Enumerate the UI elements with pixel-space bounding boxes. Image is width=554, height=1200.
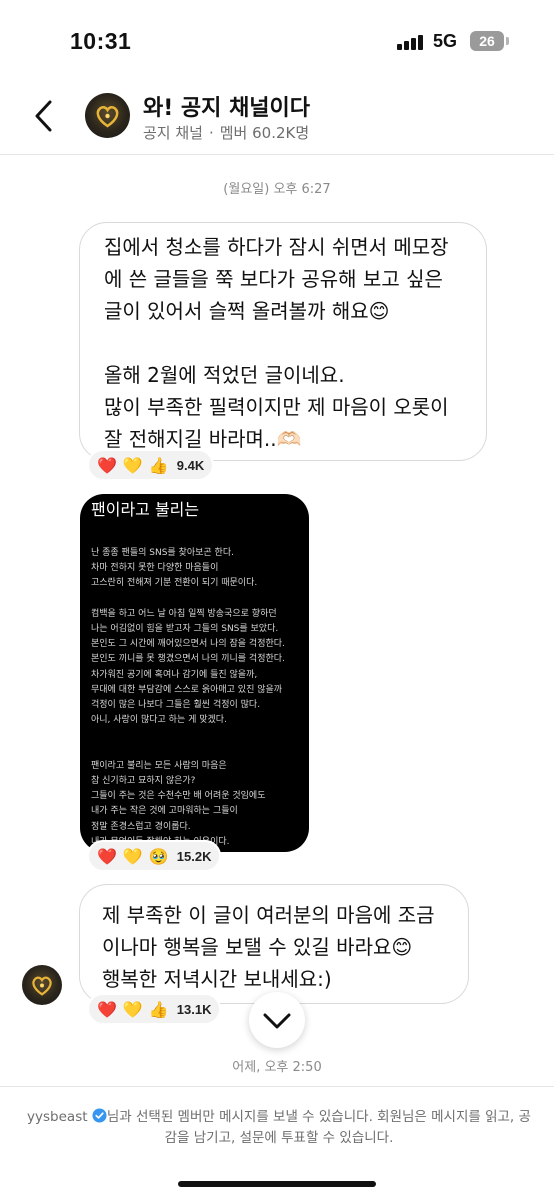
battery-icon: 26 xyxy=(470,31,504,51)
member-count: 멤버 60.2K명 xyxy=(219,124,310,142)
channel-footer: yysbeast 님과 선택된 멤버만 메시지를 보낼 수 있습니다. 회원님은… xyxy=(0,1086,554,1200)
red-heart-reaction-icon: ❤️ xyxy=(97,999,117,1019)
channel-avatar[interactable] xyxy=(85,93,130,138)
channel-meta: 공지 채널 · 멤버 60.2K명 xyxy=(143,122,309,143)
notice-text: 님과 선택된 멤버만 메시지를 보낼 수 있습니다. 회원님은 메시지를 읽고,… xyxy=(106,1109,531,1146)
sender-avatar[interactable] xyxy=(22,965,62,1005)
channel-title[interactable]: 와! 공지 채널이다 xyxy=(143,90,310,122)
image-body-text: 난 종종 팬들의 SNS를 찾아보곤 한다. 차마 전하지 못한 다양한 마음들… xyxy=(91,548,285,847)
red-heart-reaction-icon: ❤️ xyxy=(97,455,117,475)
image-message[interactable]: 팬이라고 불리는 난 종종 팬들의 SNS를 찾아보곤 한다. 차마 전하지 못… xyxy=(80,494,309,852)
scroll-to-bottom-button[interactable] xyxy=(249,992,305,1048)
reaction-count: 15.2K xyxy=(176,848,212,864)
yellow-heart-reaction-icon: 💛 xyxy=(122,846,143,866)
yellow-heart-reaction-icon: 💛 xyxy=(122,455,143,475)
message-text: 제 부족한 이 글이 여러분의 마음에 조금이나마 행복을 보탤 수 있길 바라… xyxy=(102,903,435,991)
permission-notice: yysbeast 님과 선택된 멤버만 메시지를 보낼 수 있습니다. 회원님은… xyxy=(24,1107,534,1149)
owner-username[interactable]: yysbeast xyxy=(27,1109,88,1125)
network-type: 5G xyxy=(433,31,458,51)
image-title: 팬이라고 불리는 xyxy=(91,500,200,519)
verified-badge-icon xyxy=(92,1108,107,1123)
status-time: 10:31 xyxy=(70,28,132,54)
chevron-left-icon xyxy=(35,100,52,132)
reaction-count: 9.4K xyxy=(176,457,205,473)
message-bubble[interactable]: 집에서 청소를 하다가 잠시 쉬면서 메모장에 쓴 글들을 쭉 보다가 공유해 … xyxy=(79,222,487,461)
day-timestamp: (월요일) 오후 6:27 xyxy=(223,182,331,197)
reaction-bar[interactable]: ❤️ 💛 👍 9.4K xyxy=(87,449,215,481)
heart-logo-icon xyxy=(96,105,119,128)
message-timestamp: 어제, 오후 2:50 xyxy=(232,1060,322,1075)
cellular-signal-icon xyxy=(397,34,427,50)
message-text: 집에서 청소를 하다가 잠시 쉬면서 메모장에 쓴 글들을 쭉 보다가 공유해 … xyxy=(104,235,449,451)
channel-type: 공지 채널 xyxy=(143,124,203,142)
meta-separator: · xyxy=(208,124,214,142)
thumbs-up-reaction-icon: 👍 xyxy=(148,455,169,475)
red-heart-reaction-icon: ❤️ xyxy=(97,846,117,866)
heart-logo-icon xyxy=(32,976,52,996)
battery-tip xyxy=(506,37,509,45)
chevron-down-icon xyxy=(263,1013,291,1029)
status-bar: 10:31 5G 26 xyxy=(0,0,554,80)
message-bubble[interactable]: 제 부족한 이 글이 여러분의 마음에 조금이나마 행복을 보탤 수 있길 바라… xyxy=(79,884,469,1004)
reaction-bar[interactable]: ❤️ 💛 👍 13.1K xyxy=(87,993,222,1025)
channel-header: 와! 공지 채널이다 공지 채널 · 멤버 60.2K명 xyxy=(0,80,554,155)
back-button[interactable] xyxy=(28,94,62,138)
thumbs-up-reaction-icon: 👍 xyxy=(148,999,169,1019)
reaction-bar[interactable]: ❤️ 💛 🥹 15.2K xyxy=(87,840,222,872)
home-indicator xyxy=(178,1181,376,1187)
reaction-count: 13.1K xyxy=(176,1001,212,1017)
teary-face-reaction-icon: 🥹 xyxy=(148,846,169,866)
yellow-heart-reaction-icon: 💛 xyxy=(122,999,143,1019)
